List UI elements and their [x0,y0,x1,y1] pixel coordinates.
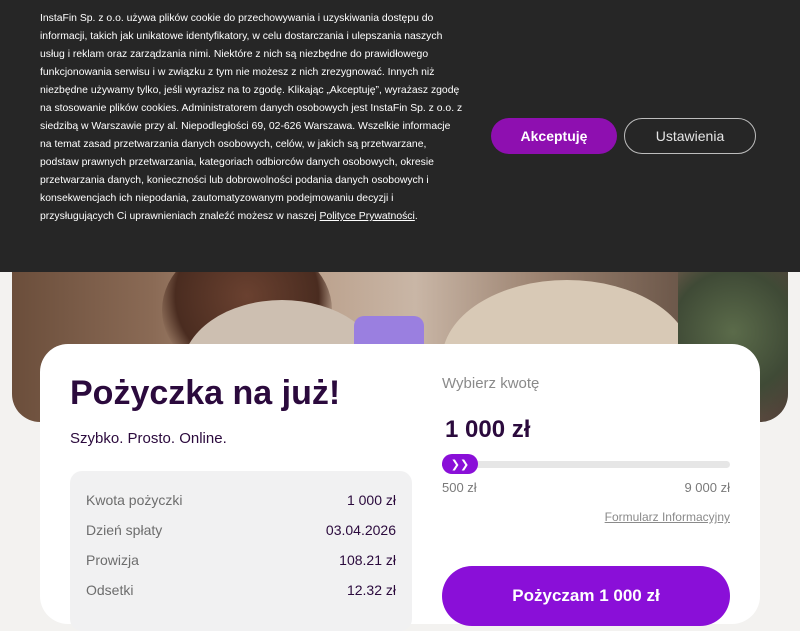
slider-min-label: 500 zł [442,480,477,495]
amount-slider[interactable]: ❯❯ [442,454,730,474]
summary-label: Prowizja [86,552,139,568]
choose-amount-label: Wybierz kwotę [442,375,540,392]
summary-label: Kwota pożyczki [86,492,183,508]
cookie-text-block: InstaFin Sp. z o.o. używa plików cookie … [40,10,464,226]
summary-value: 108.21 zł [339,552,396,568]
summary-row-amount: Kwota pożyczki 1 000 zł [86,492,396,508]
cookie-text: InstaFin Sp. z o.o. używa plików cookie … [40,13,463,222]
loan-card: Pożyczka na już! Szybko. Prosto. Online.… [40,344,760,631]
accept-cookies-button[interactable]: Akceptuję [491,118,617,154]
loan-summary: Kwota pożyczki 1 000 zł Dzień spłaty 03.… [70,471,412,631]
cookie-settings-button[interactable]: Ustawienia [624,118,756,154]
slider-max-label: 9 000 zł [684,480,730,495]
information-form-link[interactable]: Formularz Informacyjny [605,510,730,524]
summary-row-commission: Prowizja 108.21 zł [86,552,396,568]
summary-label: Odsetki [86,582,134,598]
selected-amount: 1 000 zł [445,416,531,443]
summary-value: 03.04.2026 [325,522,396,538]
summary-value: 12.32 zł [346,582,396,598]
privacy-policy-link[interactable]: Polityce Prywatności [320,211,415,222]
summary-label: Dzień spłaty [86,522,163,538]
page-subtitle: Szybko. Prosto. Online. [70,430,227,447]
take-loan-button[interactable]: Pożyczam 1 000 zł [442,566,730,626]
slider-handle-icon[interactable]: ❯❯ [442,454,478,474]
summary-row-interest: Odsetki 12.32 zł [86,582,396,598]
cookie-banner: InstaFin Sp. z o.o. używa plików cookie … [0,0,800,272]
summary-value: 1 000 zł [346,492,396,508]
cookie-text-suffix: . [414,211,418,222]
page-title: Pożyczka na już! [70,374,341,412]
summary-row-due-date: Dzień spłaty 03.04.2026 [86,522,396,538]
